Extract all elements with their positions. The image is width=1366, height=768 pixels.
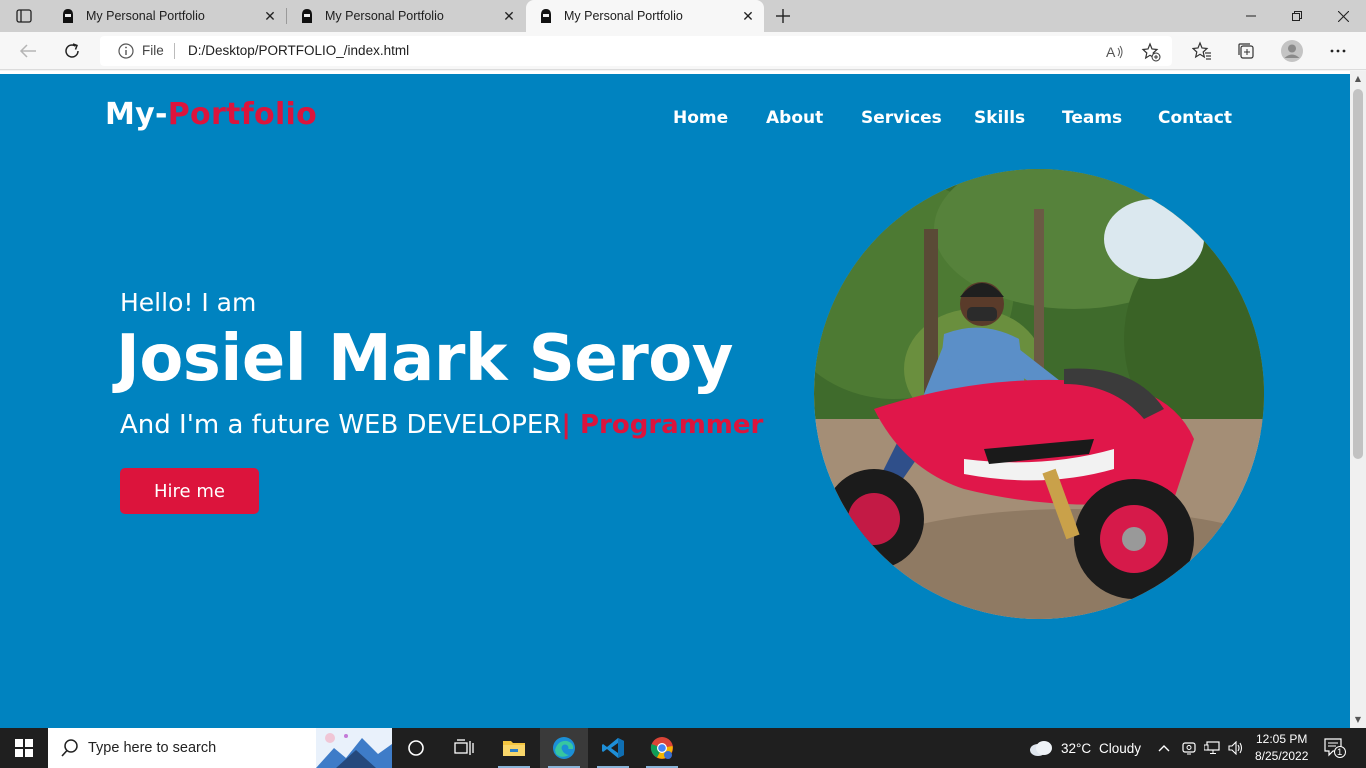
browser-toolbar: File D:/Desktop/PORTFOLIO_/index.html A bbox=[0, 32, 1366, 70]
weather-condition[interactable]: Cloudy bbox=[1099, 741, 1141, 756]
page-scrollbar[interactable]: ▲ ▼ bbox=[1350, 71, 1366, 728]
show-hidden-icons-chevron-icon[interactable] bbox=[1154, 738, 1174, 758]
nav-link-services[interactable]: Services bbox=[861, 108, 942, 128]
browser-tab[interactable]: My Personal Portfolio ✕ bbox=[287, 0, 525, 32]
hacker-favicon-icon bbox=[299, 8, 315, 24]
scroll-thumb[interactable] bbox=[1353, 89, 1363, 459]
taskbar-search[interactable]: Type here to search bbox=[48, 728, 392, 768]
minimize-icon[interactable] bbox=[1228, 0, 1274, 32]
address-divider bbox=[174, 43, 175, 59]
scroll-down-icon[interactable]: ▼ bbox=[1353, 715, 1363, 725]
tab-title: My Personal Portfolio bbox=[325, 9, 444, 23]
search-icon bbox=[60, 738, 80, 758]
chrome-icon[interactable] bbox=[638, 728, 686, 768]
tab-title: My Personal Portfolio bbox=[564, 9, 683, 23]
browser-tab[interactable]: My Personal Portfolio ✕ bbox=[48, 0, 286, 32]
weather-cloud-icon[interactable] bbox=[1029, 738, 1053, 758]
nav-link-home[interactable]: Home bbox=[673, 108, 728, 128]
notification-center-icon[interactable] bbox=[1324, 738, 1346, 758]
search-placeholder: Type here to search bbox=[88, 740, 217, 756]
profile-photo bbox=[814, 169, 1264, 619]
cortana-icon[interactable] bbox=[392, 728, 440, 768]
hacker-favicon-icon bbox=[60, 8, 76, 24]
page-viewport: My-Portfolio Home About Services Skills … bbox=[0, 71, 1350, 728]
tagline-text: And I'm a future WEB DEVELOPER bbox=[120, 410, 562, 440]
url-text[interactable]: D:/Desktop/PORTFOLIO_/index.html bbox=[188, 43, 409, 58]
network-icon[interactable] bbox=[1202, 738, 1222, 758]
scheme-label: File bbox=[142, 43, 164, 58]
logo-accent: Portfolio bbox=[167, 97, 318, 132]
edge-browser-icon[interactable] bbox=[540, 728, 588, 768]
windows-taskbar: Type here to search 32°C Cloudy 12:05 PM… bbox=[0, 728, 1366, 768]
hire-me-button[interactable]: Hire me bbox=[120, 468, 259, 514]
tab-title: My Personal Portfolio bbox=[86, 9, 205, 23]
tab-close-icon[interactable]: ✕ bbox=[260, 6, 280, 26]
refresh-icon[interactable] bbox=[57, 36, 87, 66]
nav-link-skills[interactable]: Skills bbox=[974, 108, 1025, 128]
nav-link-contact[interactable]: Contact bbox=[1158, 108, 1232, 128]
camera-tray-icon[interactable] bbox=[1179, 738, 1199, 758]
close-window-icon[interactable] bbox=[1320, 0, 1366, 32]
file-explorer-icon[interactable] bbox=[490, 728, 538, 768]
restore-icon[interactable] bbox=[1274, 0, 1320, 32]
favorites-icon[interactable] bbox=[1187, 36, 1217, 66]
nav-link-about[interactable]: About bbox=[766, 108, 823, 128]
clock-date[interactable]: 8/25/2022 bbox=[1255, 749, 1308, 763]
hero-tagline: And I'm a future WEB DEVELOPER| Programm… bbox=[120, 410, 763, 440]
add-favorite-icon[interactable] bbox=[1140, 41, 1162, 63]
clock-time[interactable]: 12:05 PM bbox=[1256, 732, 1307, 746]
vscode-icon[interactable] bbox=[589, 728, 637, 768]
nav-link-teams[interactable]: Teams bbox=[1062, 108, 1122, 128]
search-highlight-illustration bbox=[316, 728, 392, 768]
weather-temp[interactable]: 32°C bbox=[1061, 741, 1091, 756]
tab-close-icon[interactable]: ✕ bbox=[499, 6, 519, 26]
task-view-icon[interactable] bbox=[440, 728, 488, 768]
svg-text:A: A bbox=[1106, 44, 1116, 60]
scroll-up-icon[interactable]: ▲ bbox=[1353, 74, 1363, 84]
read-aloud-icon[interactable]: A bbox=[1104, 41, 1126, 63]
typed-role: | Programmer bbox=[561, 410, 764, 440]
more-menu-icon[interactable] bbox=[1323, 36, 1353, 66]
tab-actions-icon[interactable] bbox=[8, 4, 40, 28]
profile-avatar-icon[interactable] bbox=[1277, 36, 1307, 66]
tab-strip: My Personal Portfolio ✕ My Personal Port… bbox=[0, 0, 1366, 32]
site-logo[interactable]: My-Portfolio bbox=[105, 97, 317, 132]
notification-count: 1 bbox=[1337, 747, 1343, 758]
address-bar[interactable]: File D:/Desktop/PORTFOLIO_/index.html A bbox=[100, 36, 1172, 66]
hero-section: My-Portfolio Home About Services Skills … bbox=[0, 74, 1350, 728]
tab-close-icon[interactable]: ✕ bbox=[738, 6, 758, 26]
hacker-favicon-icon bbox=[538, 8, 554, 24]
hero-greeting: Hello! I am bbox=[120, 288, 257, 317]
browser-tab-active[interactable]: My Personal Portfolio ✕ bbox=[526, 0, 764, 32]
hero-name: Josiel Mark Seroy bbox=[116, 322, 733, 396]
collections-icon[interactable] bbox=[1231, 36, 1261, 66]
logo-main: My- bbox=[105, 97, 168, 132]
volume-icon[interactable] bbox=[1226, 738, 1246, 758]
back-icon[interactable] bbox=[13, 36, 43, 66]
new-tab-icon[interactable] bbox=[770, 4, 796, 28]
windows-start-icon[interactable] bbox=[0, 728, 48, 768]
info-icon[interactable] bbox=[118, 43, 134, 59]
